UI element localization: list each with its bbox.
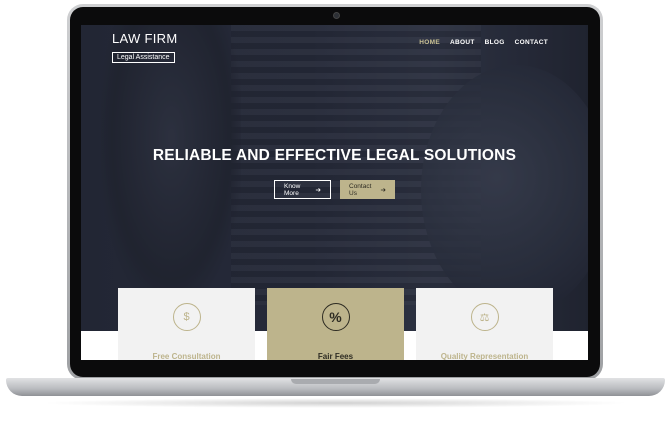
feature-title: Quality Representation [440, 352, 529, 360]
percent-icon: % [321, 303, 350, 331]
logo-subtitle: Legal Assistance [112, 52, 175, 63]
feature-cards: $ Free Consultation % Fair Fees ⚖ Qualit… [118, 288, 553, 360]
contact-us-label: Contact Us [349, 182, 372, 197]
nav-home[interactable]: HOME [419, 39, 440, 46]
arrow-right-icon: ➔ [315, 186, 321, 194]
arrow-right-icon: ➔ [380, 186, 386, 194]
logo-title: LAW FIRM [112, 31, 178, 46]
camera-icon [333, 12, 340, 19]
feature-card-free-consultation[interactable]: $ Free Consultation [118, 288, 255, 360]
main-nav: HOME ABOUT BLOG CONTACT [419, 39, 548, 46]
nav-contact[interactable]: CONTACT [515, 39, 548, 46]
know-more-label: Know More [284, 182, 301, 197]
site-logo[interactable]: LAW FIRM Legal Assistance [112, 31, 177, 64]
cash-icon: $ [172, 303, 201, 331]
nav-blog[interactable]: BLOG [485, 39, 505, 46]
laptop-shadow [40, 398, 631, 408]
contact-us-button[interactable]: Contact Us ➔ [340, 180, 395, 199]
feature-card-fair-fees[interactable]: % Fair Fees [267, 288, 404, 360]
hero-headline: RELIABLE AND EFFECTIVE LEGAL SOLUTIONS [152, 147, 517, 164]
scales-icon: ⚖ [470, 303, 499, 331]
feature-card-quality-representation[interactable]: ⚖ Quality Representation [416, 288, 553, 360]
nav-about[interactable]: ABOUT [450, 39, 475, 46]
feature-title: Fair Fees [317, 352, 354, 360]
hero-cta-row: Know More ➔ Contact Us ➔ [81, 180, 588, 199]
know-more-button[interactable]: Know More ➔ [274, 180, 331, 199]
laptop-notch [291, 379, 380, 384]
website-screen: LAW FIRM Legal Assistance HOME ABOUT BLO… [81, 25, 588, 360]
feature-title: Free Consultation [152, 352, 221, 360]
